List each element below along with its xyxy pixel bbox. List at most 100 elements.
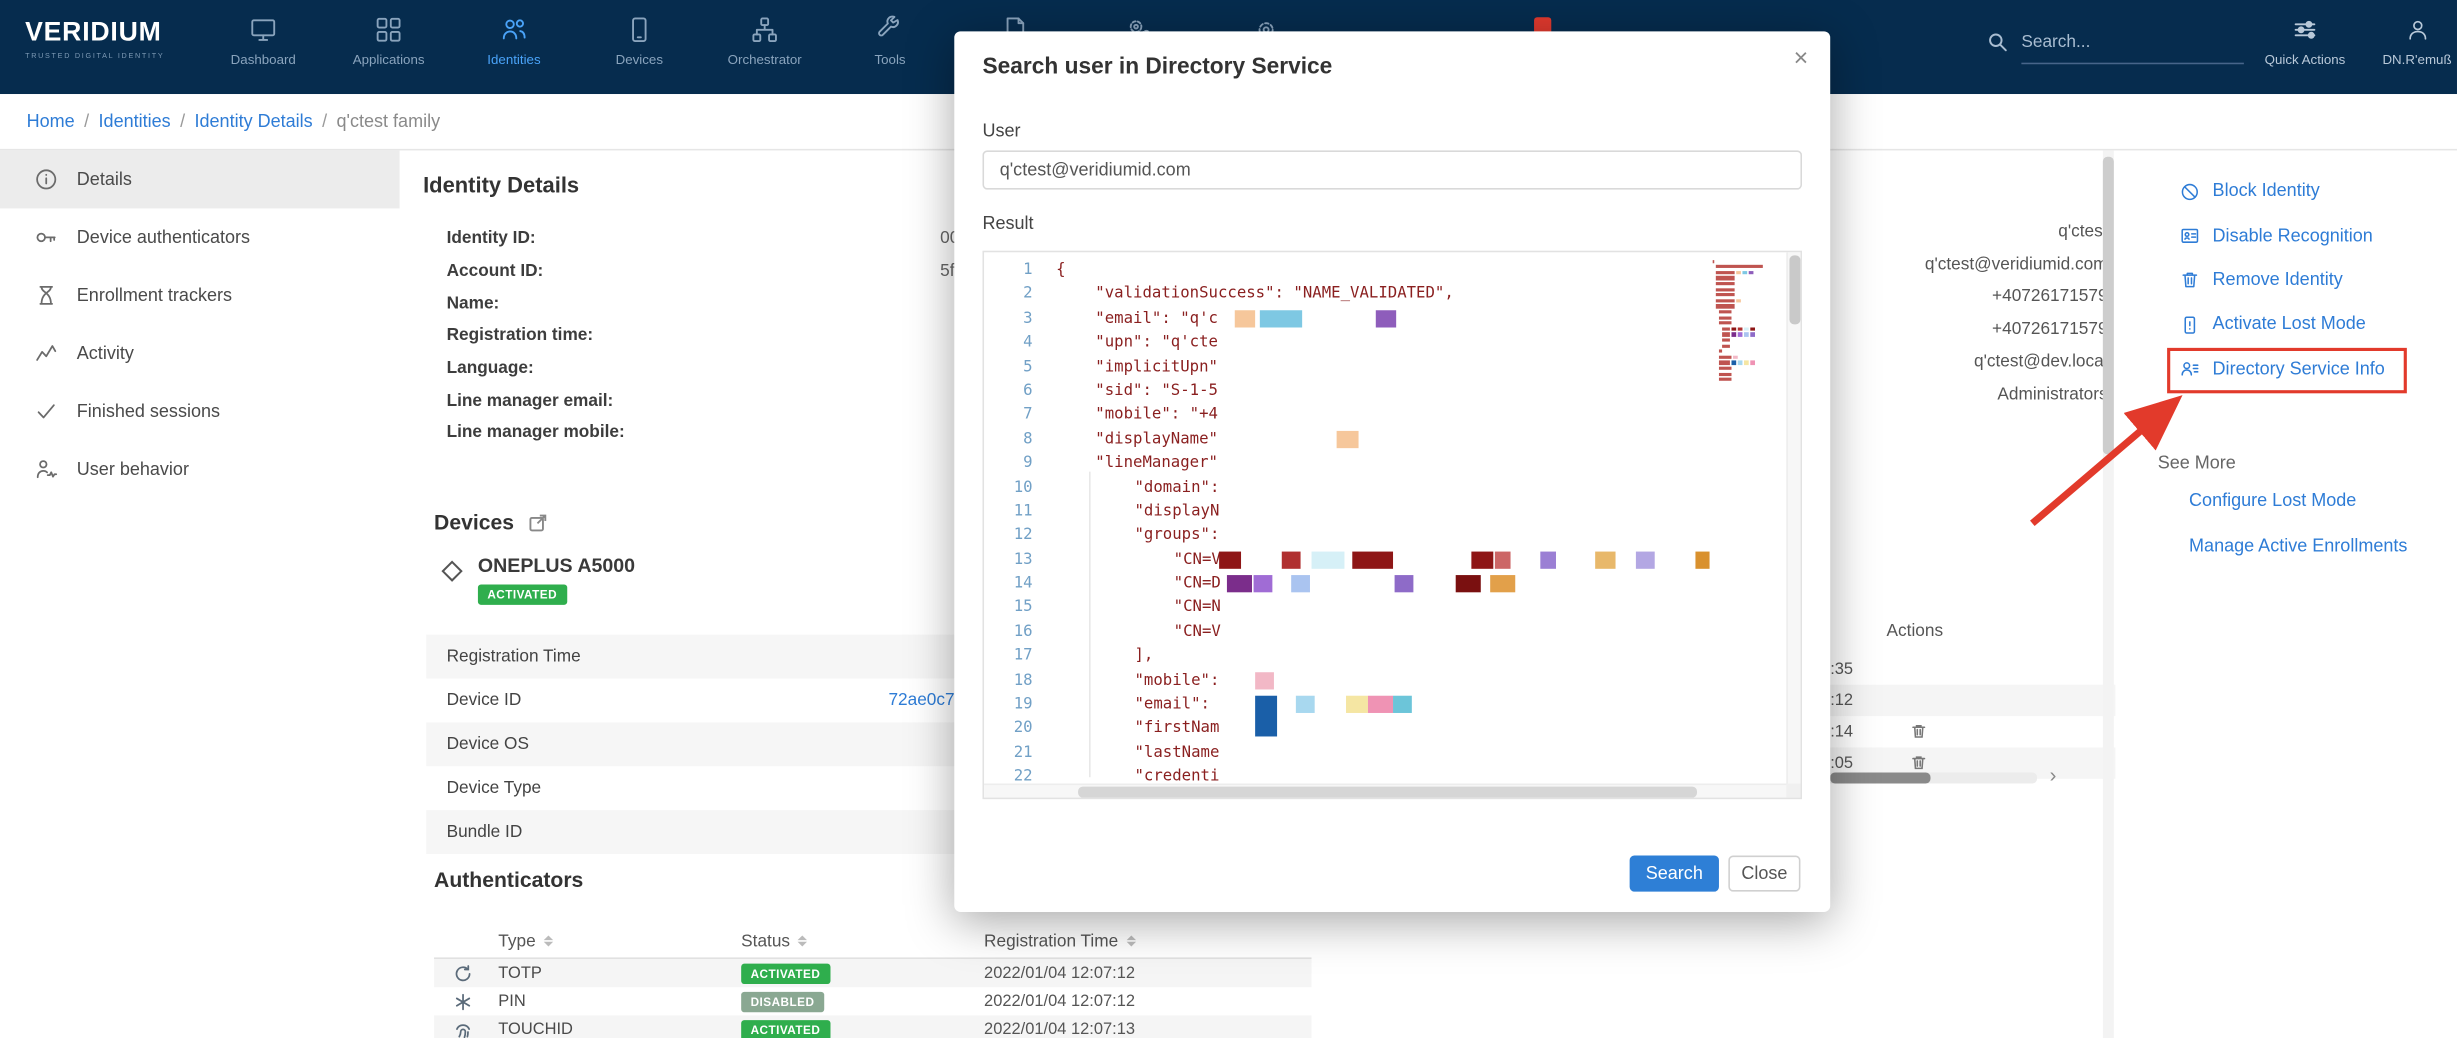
scrollbar-thumb[interactable] [2103, 157, 2114, 455]
trash-icon[interactable] [1910, 754, 1927, 771]
field-row: Language: [447, 352, 969, 384]
remove-identity-link[interactable]: Remove Identity [2180, 258, 2385, 302]
code-minimap [1713, 259, 1779, 383]
authenticator-row-touchid: TOUCHID ACTIVATED 2022/01/04 12:07:13 [434, 1015, 1311, 1038]
sliders-icon [2292, 17, 2317, 42]
scrollbar-thumb[interactable] [1078, 787, 1697, 798]
nav-item-orchestrator[interactable]: Orchestrator [702, 0, 827, 94]
disable-recognition-link[interactable]: Disable Recognition [2180, 214, 2385, 258]
check-icon [34, 400, 58, 424]
screen: VERIDIUM TRUSTED DIGITAL IDENTITY Dashbo… [0, 0, 2457, 1038]
breadcrumb-home[interactable]: Home [27, 112, 75, 131]
result-label: Result [982, 215, 1033, 234]
sidebar-item-finished-sessions[interactable]: Finished sessions [0, 382, 400, 440]
hourglass-icon [34, 284, 58, 308]
field-row: Registration time: [447, 320, 969, 352]
refresh-icon [453, 963, 473, 983]
pagination-next[interactable]: › [2050, 763, 2057, 787]
activity-chart-icon [34, 342, 58, 366]
block-identity-link[interactable]: Block Identity [2180, 169, 2385, 213]
fingerprint-icon [453, 1019, 473, 1038]
nav-item-tools[interactable]: Tools [827, 0, 952, 94]
configure-lost-mode-link[interactable]: Configure Lost Mode [2189, 492, 2356, 511]
authenticators-table: Type Status Registration Time TOTP ACTIV… [434, 925, 1311, 1038]
nav-item-applications[interactable]: Applications [326, 0, 451, 94]
sidebar-item-activity[interactable]: Activity [0, 324, 400, 382]
devices-icon [625, 16, 653, 44]
breadcrumb-identities[interactable]: Identities [99, 112, 171, 131]
editor-vertical-scrollbar[interactable] [1786, 252, 1800, 786]
user-field-label: User [982, 122, 1020, 141]
sidebar-item-device-authenticators[interactable]: Device authenticators [0, 208, 400, 266]
id-card-icon [2180, 226, 2200, 246]
identity-actions-panel: Block Identity Disable Recognition Remov… [2180, 169, 2385, 391]
status-badge: ACTIVATED [741, 1019, 830, 1038]
manage-active-enrollments-link[interactable]: Manage Active Enrollments [2189, 537, 2407, 556]
veridium-logo[interactable]: VERIDIUM TRUSTED DIGITAL IDENTITY [25, 17, 164, 59]
scrollbar-thumb[interactable] [1830, 773, 1930, 784]
nav-item-devices[interactable]: Devices [577, 0, 702, 94]
search-underline [2021, 63, 2244, 65]
authenticator-row-pin: PIN DISABLED 2022/01/04 12:07:12 [434, 987, 1311, 1015]
sort-icon [798, 935, 807, 947]
search-button[interactable]: Search [1630, 856, 1719, 892]
sort-icon [544, 935, 553, 947]
directory-service-info-link[interactable]: Directory Service Info [2180, 347, 2385, 391]
trash-icon [2180, 270, 2200, 290]
user-behavior-icon [34, 458, 58, 482]
user-input[interactable] [982, 150, 1802, 189]
activate-lost-mode-link[interactable]: Activate Lost Mode [2180, 303, 2385, 347]
authenticator-row-totp: TOTP ACTIVATED 2022/01/04 12:07:12 [434, 959, 1311, 987]
sidebar-item-details[interactable]: Details [0, 150, 400, 208]
column-type[interactable]: Type [498, 932, 741, 951]
field-row: Line manager email: [447, 385, 969, 417]
json-result-viewer[interactable]: 1{2"validationSuccess": "NAME_VALIDATED"… [982, 251, 1802, 799]
breadcrumb-current: q'ctest family [337, 112, 441, 131]
scrollbar-thumb[interactable] [1789, 255, 1800, 324]
status-badge: DISABLED [741, 991, 824, 1011]
status-badge: ACTIVATED [741, 963, 830, 983]
field-row: Account ID:5f4f [447, 255, 969, 287]
phone-alert-icon [2180, 315, 2200, 335]
column-actions: Actions [1868, 622, 1962, 641]
horizontal-scrollbar[interactable] [1818, 773, 2037, 784]
authenticators-section-title: Authenticators [434, 868, 583, 892]
nav-item-identities[interactable]: Identities [451, 0, 576, 94]
content-scrollbar[interactable] [2103, 150, 2114, 1038]
code-lines: 1{2"validationSuccess": "NAME_VALIDATED"… [984, 259, 1785, 790]
left-sidebar: Details Device authenticators Enrollment… [0, 150, 400, 1038]
scrollbar-corner [1786, 783, 1800, 797]
close-button[interactable]: Close [1728, 856, 1800, 892]
close-icon[interactable]: × [1794, 47, 1809, 72]
column-status[interactable]: Status [741, 932, 984, 951]
nav-item-dashboard[interactable]: Dashboard [201, 0, 326, 94]
page-title: Identity Details [423, 172, 579, 197]
sort-icon [1126, 935, 1135, 947]
sidebar-item-user-behavior[interactable]: User behavior [0, 440, 400, 498]
devices-section-title: Devices [434, 511, 547, 535]
ban-icon [2180, 181, 2200, 201]
trash-icon[interactable] [1910, 722, 1927, 739]
column-registration-time[interactable]: Registration Time [984, 932, 1135, 951]
directory-search-modal: Search user in Directory Service × User … [954, 31, 1830, 912]
editor-horizontal-scrollbar[interactable] [984, 783, 1789, 797]
breadcrumb-identity-details[interactable]: Identity Details [194, 112, 312, 131]
field-row: Name: [447, 287, 969, 319]
navbar-search[interactable]: Search... [1987, 31, 2090, 53]
device-status-badge: ACTIVATED [478, 584, 567, 604]
device-name: ONEPLUS A5000 [478, 555, 635, 577]
info-icon [34, 168, 58, 192]
orchestrator-icon [751, 16, 779, 44]
authenticators-header: Type Status Registration Time [434, 925, 1311, 959]
open-in-new-icon[interactable] [528, 513, 547, 532]
identities-icon [500, 16, 528, 44]
key-icon [34, 226, 58, 250]
search-icon [1987, 31, 2009, 53]
logo-title: VERIDIUM [25, 17, 164, 48]
logo-tagline: TRUSTED DIGITAL IDENTITY [25, 52, 164, 60]
user-icon [2405, 17, 2430, 42]
identity-fields: Identity ID:00a Account ID:5f4f Name: Re… [447, 223, 969, 450]
quick-actions-button[interactable]: Quick Actions [2256, 0, 2353, 94]
user-menu[interactable]: DN.R'emuß [2374, 0, 2457, 94]
sidebar-item-enrollment-trackers[interactable]: Enrollment trackers [0, 266, 400, 324]
